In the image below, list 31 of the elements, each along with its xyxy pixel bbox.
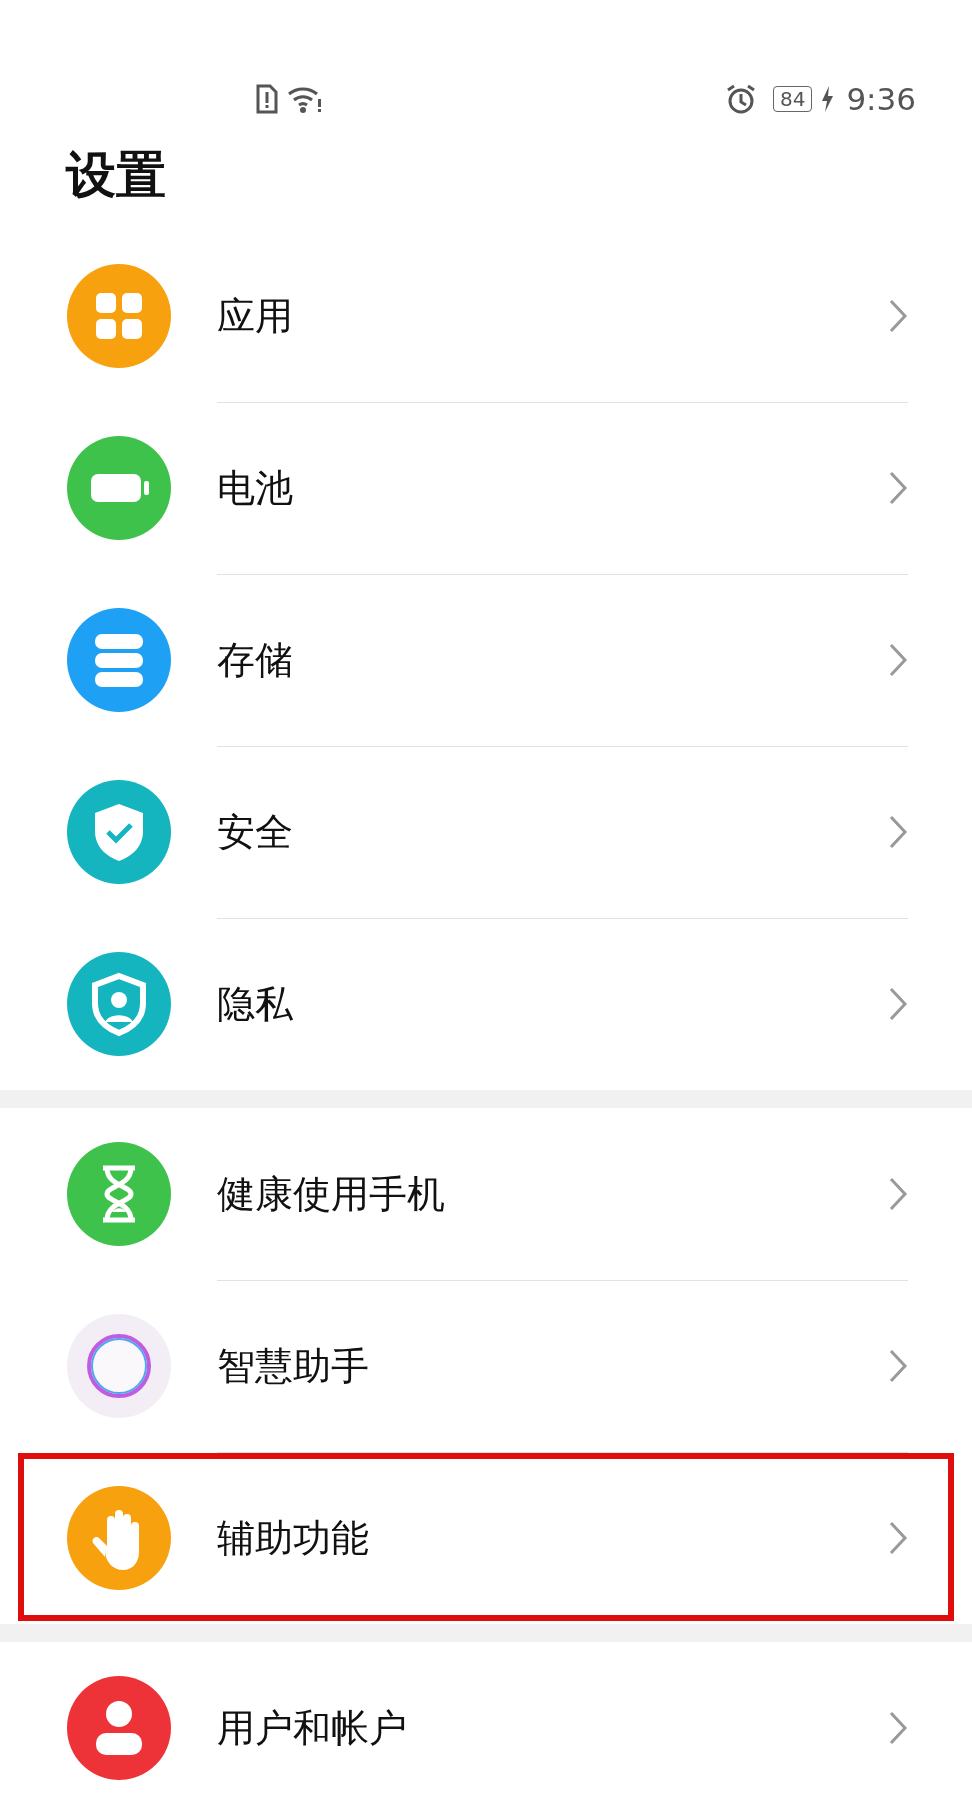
chevron-icon	[888, 642, 908, 678]
settings-item[interactable]: 用户和帐户	[0, 1642, 972, 1796]
settings-item[interactable]: 存储	[0, 574, 972, 746]
chevron-icon	[888, 1176, 908, 1212]
item-label: 安全	[217, 808, 294, 856]
item-label: 存储	[217, 636, 294, 684]
settings-item[interactable]: 智慧助手	[0, 1280, 972, 1452]
battery-level: 84	[772, 85, 813, 112]
chevron-icon	[888, 1348, 908, 1384]
chevron-icon	[888, 1710, 908, 1746]
chevron-icon	[888, 986, 908, 1022]
chevron-icon	[888, 1520, 908, 1556]
clock: 9:36	[846, 79, 916, 119]
item-label: 电池	[217, 464, 294, 512]
settings-item[interactable]: 安全	[0, 746, 972, 918]
chevron-icon	[888, 470, 908, 506]
sim-alert-icon	[255, 83, 279, 114]
chevron-icon	[888, 298, 908, 334]
page-title: 设置	[66, 145, 167, 205]
item-label: 健康使用手机	[217, 1170, 446, 1218]
settings-item[interactable]: 电池	[0, 402, 972, 574]
settings-item[interactable]: 辅助功能	[0, 1452, 972, 1624]
item-label: 应用	[217, 292, 294, 340]
settings-item[interactable]: 应用	[0, 230, 972, 402]
chevron-icon	[888, 814, 908, 850]
item-label: 辅助功能	[217, 1514, 370, 1562]
item-label: 智慧助手	[217, 1342, 370, 1390]
settings-item[interactable]: 隐私	[0, 918, 972, 1090]
item-label: 隐私	[217, 980, 294, 1028]
settings-item[interactable]: 健康使用手机	[0, 1108, 972, 1280]
item-label: 用户和帐户	[217, 1704, 408, 1752]
